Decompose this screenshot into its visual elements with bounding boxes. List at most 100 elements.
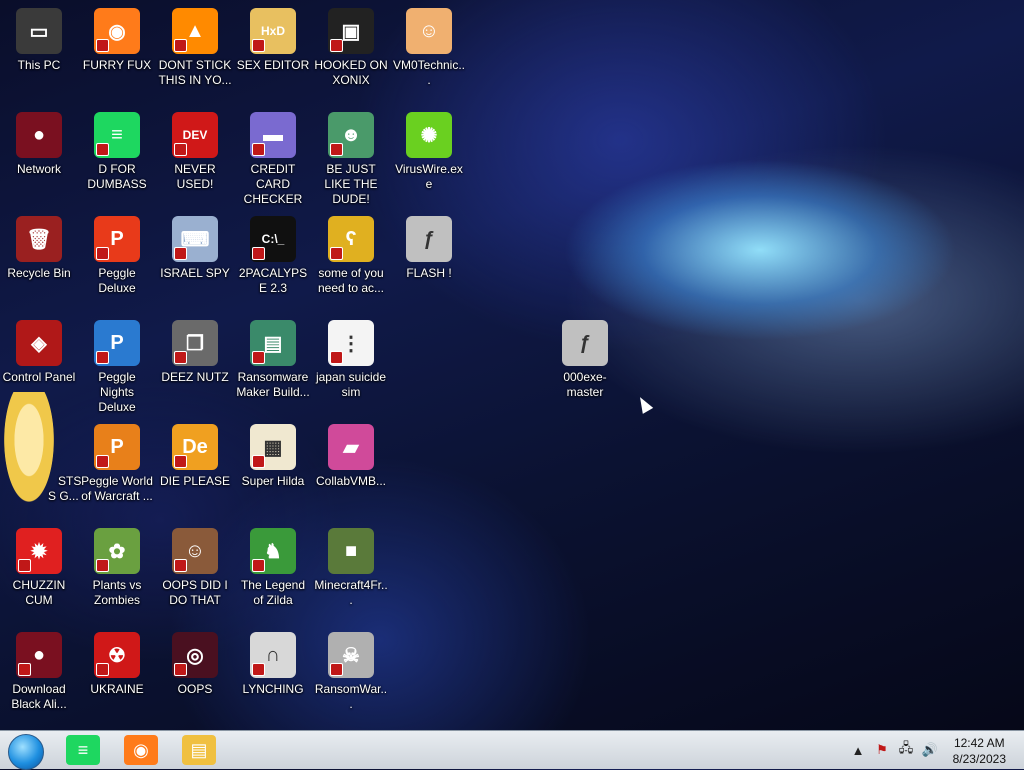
action-center-flag-icon[interactable]: ⚑ xyxy=(874,742,890,758)
peggle-nights-icon: P xyxy=(94,320,140,366)
desktop-icon[interactable]: ♞ The Legend of Zilda xyxy=(236,528,310,608)
taskbar-symbol: ≡ xyxy=(77,739,89,760)
desktop-icon[interactable]: ◎ OOPS xyxy=(158,632,232,697)
shortcut-arrow-icon xyxy=(18,559,31,572)
desktop-icon[interactable]: C:\_ 2PACALYPSE 2.3 xyxy=(236,216,310,296)
desktop-icon[interactable]: ▰ CollabVMB... xyxy=(314,424,388,489)
icon-symbol: ◉ xyxy=(108,20,126,43)
desktop-icon[interactable]: P Peggle World of Warcraft ... xyxy=(80,424,154,504)
shortcut-arrow-icon xyxy=(96,455,109,468)
icon-symbol: ● xyxy=(32,643,46,666)
desktop-icon-label: VirusWire.exe xyxy=(395,162,463,191)
desktop-icon-label: LYNCHING xyxy=(242,682,304,696)
desktop-icon[interactable]: ✿ Plants vs Zombies xyxy=(80,528,154,608)
bear-icon: ʕ xyxy=(328,216,374,262)
desktop-icon[interactable]: HxD SEX EDITOR xyxy=(236,8,310,73)
desktop-icon[interactable]: P Peggle Deluxe xyxy=(80,216,154,296)
desktop-icon[interactable]: ▣ HOOKED ON XONIX xyxy=(314,8,388,88)
spotify-taskbar-icon[interactable]: ≡ xyxy=(66,735,100,765)
desktop-icon-label: OOPS DID I DO THAT xyxy=(162,578,228,607)
desktop-icon[interactable]: ⌨ ISRAEL SPY xyxy=(158,216,232,281)
desktop-icon-label: Recycle Bin xyxy=(7,266,71,280)
desktop-icon-label: 2PACALYPSE 2.3 xyxy=(238,266,308,295)
desktop-icon[interactable]: ☺ VM0Technic... xyxy=(392,8,466,88)
desktop-icon[interactable]: ▭ This PC xyxy=(2,8,76,73)
file-explorer-taskbar-icon[interactable]: ▤ xyxy=(182,735,216,765)
icon-symbol: ∩ xyxy=(265,643,281,666)
shortcut-arrow-icon xyxy=(330,663,343,676)
desktop-icon[interactable]: ● Network xyxy=(2,112,76,177)
icon-symbol: P xyxy=(110,435,124,458)
icon-symbol: ☺ xyxy=(184,539,206,562)
partial-label-2: S G... xyxy=(48,489,79,503)
volume-tray-icon[interactable]: 🔊 xyxy=(922,742,938,758)
partial-label-1: STS xyxy=(58,474,82,488)
flash-icon: ƒ xyxy=(406,216,452,262)
icon-symbol: ◈ xyxy=(31,332,47,355)
devcpp-icon: DEV xyxy=(172,112,218,158)
taskbar: ≡ ◉ ▤ ▲ ⚑ 🖧 🔊 12:42 AM 8/23/2023 xyxy=(0,730,1024,770)
desktop-icon[interactable]: ◈ Control Panel xyxy=(2,320,76,385)
pixel-cat-icon: ▦ xyxy=(250,424,296,470)
desktop-icon[interactable]: ⋮ japan suicide sim xyxy=(314,320,388,400)
desktop-icon-label: ISRAEL SPY xyxy=(160,266,230,280)
desktop-icon[interactable]: ☢ UKRAINE xyxy=(80,632,154,697)
chuzzle-icon: ✹ xyxy=(16,528,62,574)
dark-card-icon: ◎ xyxy=(172,632,218,678)
icon-symbol: ʕ xyxy=(345,227,357,250)
shortcut-arrow-icon xyxy=(96,663,109,676)
desktop-icon-label: DEEZ NUTZ xyxy=(161,370,229,384)
shortcut-arrow-icon xyxy=(174,247,187,260)
desktop-icon-label: Minecraft4Fr... xyxy=(314,578,388,607)
credit-card-icon: ▬ xyxy=(250,112,296,158)
network-tray-icon[interactable]: 🖧 xyxy=(898,740,914,758)
shortcut-arrow-icon xyxy=(330,39,343,52)
desktop-icon[interactable]: ☻ BE JUST LIKE THE DUDE! xyxy=(314,112,388,207)
desktop-icon[interactable]: ● Download Black Ali... xyxy=(2,632,76,712)
document-icon: ⋮ xyxy=(328,320,374,366)
desktop-icon-label: Peggle Deluxe xyxy=(98,266,136,295)
firefox-taskbar-icon[interactable]: ◉ xyxy=(124,735,158,765)
desktop-icon[interactable]: DEV NEVER USED! xyxy=(158,112,232,192)
shortcut-arrow-icon xyxy=(252,559,265,572)
gnome-icon: ☻ xyxy=(328,112,374,158)
icon-symbol: ♞ xyxy=(264,540,282,563)
shortcut-arrow-icon xyxy=(252,39,265,52)
desktop-icon[interactable]: ☺ OOPS DID I DO THAT xyxy=(158,528,232,608)
clock[interactable]: 12:42 AM 8/23/2023 xyxy=(953,735,1006,767)
icon-symbol: ✹ xyxy=(30,540,48,563)
desktop-icon[interactable]: ≡ D FOR DUMBASS xyxy=(80,112,154,192)
desktop-icon[interactable]: ƒ FLASH ! xyxy=(392,216,466,281)
desktop-icon[interactable]: ■ Minecraft4Fr... xyxy=(314,528,388,608)
desktop-icon[interactable]: ☠ RansomWar... xyxy=(314,632,388,712)
doctor-icon: ☺ xyxy=(406,8,452,54)
desktop-icon[interactable]: ▤ Ransomware Maker Build... xyxy=(236,320,310,400)
monitor-icon: ▭ xyxy=(16,8,62,54)
desktop-icon[interactable]: ▲ DONT STICK THIS IN YO... xyxy=(158,8,232,88)
desktop-icon-label: Super Hilda xyxy=(241,474,305,488)
desktop-icon[interactable]: ❐ DEEZ NUTZ xyxy=(158,320,232,385)
shortcut-arrow-icon xyxy=(252,247,265,260)
desktop-icon[interactable]: 🗑 Recycle Bin xyxy=(2,216,76,281)
desktop-icon[interactable]: ƒ 000exe-master xyxy=(548,320,622,400)
desktop-icon[interactable]: ✺ VirusWire.exe xyxy=(392,112,466,192)
skull-icon: ☠ xyxy=(328,632,374,678)
icon-symbol: ▦ xyxy=(263,436,283,459)
shortcut-arrow-icon xyxy=(174,559,187,572)
control-panel-icon: ◈ xyxy=(16,320,62,366)
desktop-icon[interactable]: ▦ Super Hilda xyxy=(236,424,310,489)
desktop-icon-label: OOPS xyxy=(177,682,213,696)
desktop-icon[interactable]: ∩ LYNCHING xyxy=(236,632,310,697)
show-hidden-icons-icon[interactable]: ▲ xyxy=(850,742,866,758)
shortcut-arrow-icon xyxy=(96,247,109,260)
taskbar-symbol: ▤ xyxy=(190,739,208,760)
desktop-icon[interactable]: De DIE PLEASE xyxy=(158,424,232,489)
start-button[interactable] xyxy=(8,734,44,770)
desktop-icon[interactable]: P Peggle Nights Deluxe xyxy=(80,320,154,415)
icon-symbol: C:\_ xyxy=(261,232,285,246)
icon-symbol: ▰ xyxy=(343,436,359,459)
desktop-icon[interactable]: ✹ CHUZZIN CUM xyxy=(2,528,76,608)
desktop-icon[interactable]: ʕ some of you need to ac... xyxy=(314,216,388,296)
desktop-icon[interactable]: ◉ FURRY FUX xyxy=(80,8,154,73)
desktop-icon[interactable]: ▬ CREDIT CARD CHECKER xyxy=(236,112,310,207)
